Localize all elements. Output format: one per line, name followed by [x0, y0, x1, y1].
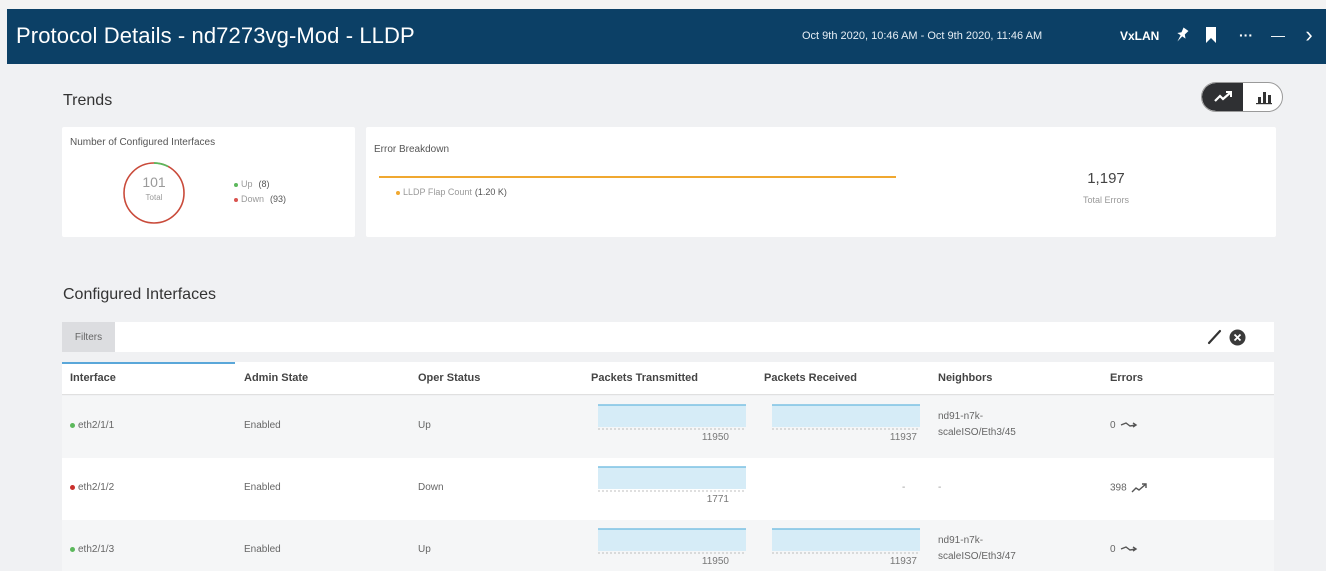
minimize-icon[interactable]: —	[1267, 24, 1289, 46]
column-header-admin-state[interactable]: Admin State	[244, 372, 308, 384]
table-row[interactable]: eth2/1/1 Enabled Up 11950 11937 nd91-n7k…	[62, 396, 1274, 458]
legend-up: Up (8)	[234, 179, 270, 189]
bookmark-icon[interactable]	[1200, 24, 1222, 46]
total-errors-label: Total Errors	[1082, 195, 1129, 205]
interface-cell[interactable]: eth2/1/2	[70, 482, 114, 493]
errors-cell: 0	[1110, 420, 1138, 431]
packets-received-sparkline	[772, 404, 920, 430]
trend-up-icon	[1131, 483, 1148, 493]
legend-down: Down (93)	[234, 194, 286, 204]
neighbor-line-2[interactable]: scaleISO/Eth3/45	[938, 427, 1016, 438]
sorted-column-indicator	[62, 362, 235, 364]
packets-transmitted-sparkline	[598, 404, 746, 430]
neighbor-line-2[interactable]: scaleISO/Eth3/47	[938, 551, 1016, 562]
errors-cell: 0	[1110, 544, 1138, 555]
interface-cell[interactable]: eth2/1/1	[70, 420, 114, 431]
packets-received-sparkline	[772, 528, 920, 554]
oper-status-cell: Up	[418, 544, 431, 555]
status-dot-icon	[70, 484, 75, 490]
admin-state-cell: Enabled	[244, 544, 281, 555]
column-header-interface[interactable]: Interface	[70, 372, 116, 384]
status-dot-icon	[70, 422, 75, 428]
trend-line-view-button[interactable]	[1202, 83, 1243, 111]
total-errors-value: 1,197	[1087, 170, 1125, 187]
interfaces-total: 101	[142, 174, 166, 190]
error-card-title: Error Breakdown	[374, 144, 450, 155]
table-row[interactable]: eth2/1/3 Enabled Up 11950 11937 nd91-n7k…	[62, 520, 1274, 571]
packets-received-value: 11937	[889, 432, 917, 443]
errors-cell: 398	[1110, 482, 1149, 494]
neighbor-line-1[interactable]: nd91-n7k-	[938, 411, 983, 422]
column-header-errors[interactable]: Errors	[1110, 372, 1143, 384]
panel-header: Protocol Details - nd7273vg-Mod - LLDP O…	[7, 9, 1326, 64]
trends-title: Trends	[63, 92, 113, 109]
lldp-flap-bar	[379, 176, 896, 178]
time-range-selector[interactable]: Oct 9th 2020, 10:46 AM - Oct 9th 2020, 1…	[802, 30, 1042, 42]
clear-filter-icon[interactable]	[1229, 329, 1246, 351]
edit-filter-icon[interactable]	[1206, 328, 1224, 351]
oper-status-cell: Down	[418, 482, 444, 493]
trend-flat-icon	[1121, 422, 1138, 428]
packets-received-empty: -	[902, 482, 906, 493]
packets-transmitted-value: 11950	[701, 556, 729, 567]
trend-line-icon	[1213, 91, 1232, 102]
admin-state-cell: Enabled	[244, 420, 281, 431]
filter-bar[interactable]: Filters	[62, 322, 1274, 352]
column-header-oper-status[interactable]: Oper Status	[418, 372, 480, 384]
interfaces-card-title: Number of Configured Interfaces	[70, 137, 216, 148]
up-dot-icon	[234, 182, 238, 187]
filters-label: Filters	[62, 322, 115, 352]
packets-received-value: 11937	[889, 556, 917, 567]
configured-interfaces-title: Configured Interfaces	[63, 286, 216, 303]
status-dot-icon	[70, 546, 75, 552]
panel-title: Protocol Details - nd7273vg-Mod - LLDP	[16, 23, 415, 48]
fabric-label[interactable]: VxLAN	[1120, 29, 1159, 43]
error-breakdown-card: Error Breakdown LLDP Flap Count (1.20 K) …	[366, 127, 1276, 237]
packets-transmitted-sparkline	[598, 466, 746, 492]
table-header: Interface Admin State Oper Status Packet…	[62, 362, 1274, 395]
neighbor-line-1[interactable]: nd91-n7k-	[938, 535, 983, 546]
oper-status-cell: Up	[418, 420, 431, 431]
trend-flat-icon	[1121, 546, 1138, 552]
admin-state-cell: Enabled	[244, 482, 281, 493]
close-panel-icon[interactable]: ›	[1298, 22, 1320, 47]
lldp-flap-legend: LLDP Flap Count (1.20 K)	[396, 187, 507, 197]
bar-chart-view-button[interactable]	[1243, 83, 1282, 111]
column-header-neighbors[interactable]: Neighbors	[938, 372, 992, 384]
packets-transmitted-sparkline	[598, 528, 746, 554]
interfaces-total-label: Total	[145, 193, 163, 202]
down-dot-icon	[234, 197, 238, 202]
chart-view-toggle[interactable]	[1201, 82, 1283, 112]
table-row[interactable]: eth2/1/2 Enabled Down 1771 - - 398	[62, 458, 1274, 520]
more-options-icon[interactable]: ···	[1235, 24, 1257, 46]
column-header-packets-transmitted[interactable]: Packets Transmitted	[591, 372, 698, 384]
column-header-packets-received[interactable]: Packets Received	[764, 372, 857, 384]
configured-interfaces-card: Number of Configured Interfaces 101 Tota…	[62, 127, 355, 237]
neighbor-line-1: -	[938, 482, 942, 493]
lldp-flap-dot-icon	[396, 190, 400, 195]
bar-chart-icon	[1255, 92, 1272, 105]
interface-cell[interactable]: eth2/1/3	[70, 544, 114, 555]
packets-transmitted-value: 11950	[701, 432, 729, 443]
packets-transmitted-value: 1771	[706, 494, 729, 505]
browser-top-strip	[0, 0, 1326, 9]
pin-icon[interactable]	[1171, 24, 1193, 46]
